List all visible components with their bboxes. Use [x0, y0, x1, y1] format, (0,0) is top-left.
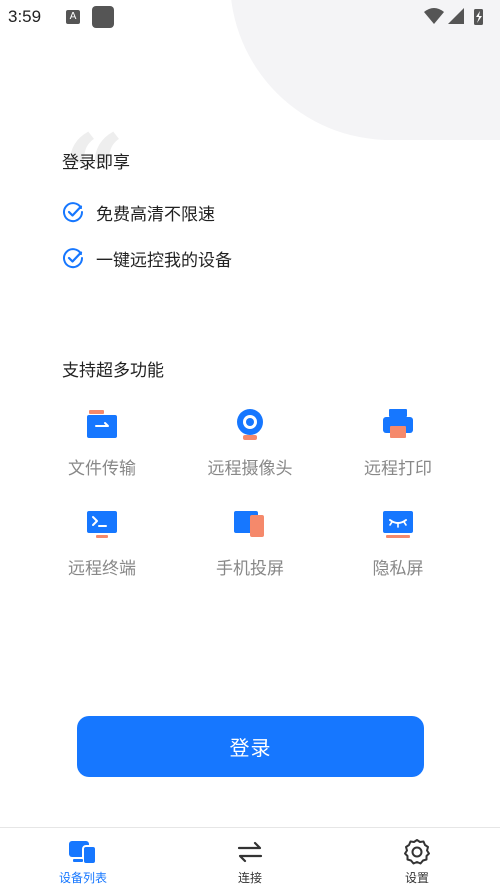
signal-icon: [448, 8, 464, 24]
tab-label: 设备列表: [58, 871, 107, 885]
feature-file-transfer[interactable]: 文件传输: [32, 404, 172, 479]
bottom-tab-bar: 设备列表 连接 设置: [0, 827, 500, 888]
tab-connect[interactable]: 连接: [167, 828, 333, 888]
benefit-text: 免费高清不限速: [96, 204, 215, 225]
feature-label: 隐私屏: [372, 559, 424, 579]
tab-label: 设置: [404, 871, 429, 885]
feature-privacy-screen[interactable]: 隐私屏: [328, 504, 468, 579]
gear-icon: [404, 839, 430, 865]
feature-remote-terminal[interactable]: 远程终端: [32, 504, 172, 579]
notification-square-icon: [92, 6, 114, 28]
login-button[interactable]: 登录: [77, 716, 424, 777]
wifi-icon: [424, 8, 444, 24]
benefit-item: 一键远控我的设备: [62, 245, 232, 271]
webcam-icon: [237, 409, 263, 440]
screen-cast-icon: [234, 511, 264, 537]
devices-icon: [69, 841, 97, 865]
tab-label: 连接: [237, 871, 262, 885]
feature-remote-camera[interactable]: 远程摄像头: [180, 404, 320, 479]
check-circle-icon: [63, 248, 84, 269]
feature-label: 手机投屏: [216, 559, 284, 579]
tab-settings[interactable]: 设置: [334, 828, 500, 888]
benefit-text: 一键远控我的设备: [96, 250, 232, 271]
feature-label: 远程终端: [68, 559, 136, 579]
printer-icon: [383, 409, 413, 438]
feature-label: 远程打印: [364, 459, 432, 479]
status-time: 3:59: [8, 7, 42, 26]
folder-transfer-icon: [87, 410, 117, 438]
tab-device-list[interactable]: 设备列表: [0, 828, 166, 888]
notification-a-icon: A: [66, 10, 80, 24]
feature-remote-print[interactable]: 远程打印: [328, 404, 468, 479]
swap-arrows-icon: [237, 841, 263, 863]
status-bar: 3:59 A: [0, 0, 500, 34]
terminal-icon: [87, 511, 117, 538]
feature-screen-cast[interactable]: 手机投屏: [180, 504, 320, 579]
check-circle-icon: [63, 202, 84, 223]
features-title: 支持超多功能: [62, 361, 164, 381]
privacy-screen-icon: [383, 511, 413, 538]
benefit-item: 免费高清不限速: [62, 199, 215, 225]
feature-label: 远程摄像头: [207, 459, 293, 479]
status-icons: [424, 8, 483, 25]
feature-label: 文件传输: [68, 459, 136, 479]
intro-title: 登录即享: [62, 153, 130, 173]
